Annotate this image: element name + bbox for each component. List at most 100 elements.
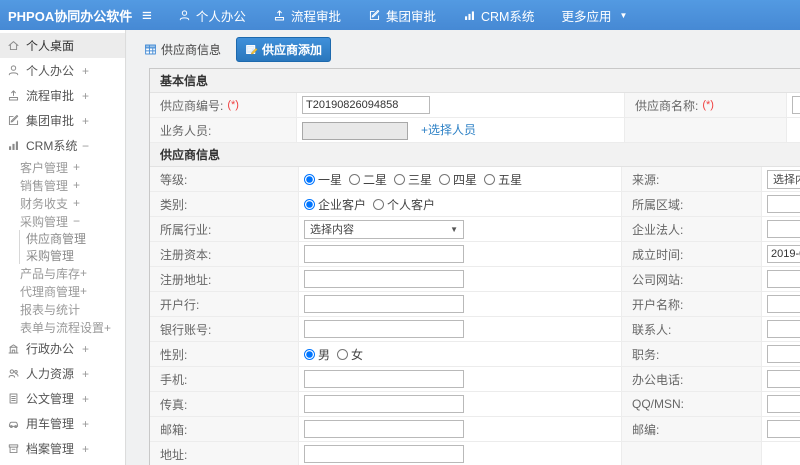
text-input[interactable] [304, 270, 464, 288]
radio-input[interactable] [439, 173, 451, 185]
text-input[interactable] [767, 345, 800, 363]
radio-label: 男 [318, 347, 331, 362]
field-input-cell [299, 417, 622, 441]
topbar-nav-item[interactable]: 更多应用 ▼ [561, 6, 627, 25]
text-input[interactable] [767, 270, 800, 288]
expand-toggle-icon: + [81, 391, 89, 406]
sidebar-item[interactable]: 代理商管理 + [0, 282, 125, 300]
field-label: 业务人员: [160, 123, 212, 138]
radio-option[interactable]: 三星 [394, 171, 432, 188]
text-input[interactable] [302, 96, 430, 114]
sidebar-item[interactable]: 行政办公 + [0, 336, 125, 361]
sidebar-item[interactable]: 表单与流程设置+ [0, 318, 125, 336]
sidebar-item[interactable]: CRM系统 − [0, 133, 125, 158]
expand-toggle-icon: + [80, 266, 88, 280]
radio-option[interactable]: 男 [304, 346, 330, 363]
sidebar-item[interactable]: 报表与统计 [0, 300, 125, 318]
field-label: 等级: [160, 172, 188, 187]
form-row: 手机: 办公电话: [150, 367, 800, 392]
field-input-cell [299, 367, 622, 391]
field-label-cell: 等级: [150, 167, 299, 191]
radio-input[interactable] [394, 173, 406, 185]
topbar-nav-item[interactable]: 集团审批 [368, 6, 436, 25]
radio-input[interactable] [304, 348, 315, 360]
sidebar-item-label: 集团审批 [26, 114, 75, 128]
sidebar-item[interactable]: 财务收支 + [0, 194, 125, 212]
radio-input[interactable] [304, 198, 315, 210]
text-input[interactable] [767, 370, 800, 388]
text-input[interactable] [767, 295, 800, 313]
radio-option[interactable]: 五星 [484, 171, 522, 188]
radio-input[interactable] [337, 348, 349, 360]
field-input-cell [762, 342, 800, 366]
field-input-cell: 企业客户 个人客户 [299, 192, 622, 216]
topbar-nav-item[interactable]: 个人办公 [178, 6, 246, 25]
sidebar-item[interactable]: 供应商管理 [20, 230, 125, 247]
sidebar-item[interactable]: 销售管理 + [0, 176, 125, 194]
text-input[interactable] [767, 245, 800, 263]
text-input[interactable] [767, 195, 800, 213]
radio-option[interactable]: 二星 [349, 171, 387, 188]
text-input[interactable] [767, 420, 800, 438]
text-input[interactable] [304, 420, 464, 438]
sidebar-item[interactable]: 个人桌面 [0, 33, 125, 58]
text-input[interactable] [304, 370, 464, 388]
field-label-cell: 职务: [622, 342, 762, 366]
text-input[interactable] [767, 395, 800, 413]
text-input[interactable] [304, 445, 464, 463]
hamburger-icon[interactable]: ≡ [142, 7, 152, 24]
radio-input[interactable] [484, 173, 496, 185]
field-input-cell [299, 392, 622, 416]
radio-option[interactable]: 四星 [439, 171, 477, 188]
sidebar-item-label: CRM系统 [26, 139, 78, 153]
sidebar-item[interactable]: 个人办公 + [0, 58, 125, 83]
field-label-cell: 手机: [150, 367, 299, 391]
select-dropdown[interactable]: 选择内容▼ [767, 169, 800, 189]
radio-input[interactable] [349, 173, 361, 185]
tab-item[interactable]: 供应商信息 [136, 38, 229, 61]
form-row: 性别: 男女职务: [150, 342, 800, 367]
radio-input[interactable] [373, 198, 385, 210]
sidebar-item[interactable]: 客户管理 + [0, 158, 125, 176]
sidebar-item[interactable]: 档案管理 + [0, 436, 125, 461]
sidebar-item[interactable]: 公文管理 + [0, 386, 125, 411]
text-input[interactable] [304, 395, 464, 413]
radio-option[interactable]: 一星 [304, 171, 342, 188]
picker-link[interactable]: +选择人员 [421, 123, 476, 137]
text-input[interactable] [304, 295, 464, 313]
expand-toggle-icon: + [81, 441, 89, 456]
radio-group: 男女 [304, 346, 370, 363]
topbar-nav-item[interactable]: 流程审批 [273, 6, 341, 25]
text-input[interactable] [792, 96, 800, 114]
field-label-cell: 地址: [150, 442, 299, 465]
field-label-cell: 来源: [622, 167, 762, 191]
text-input[interactable] [767, 320, 800, 338]
field-label: 供应商名称: [635, 98, 699, 113]
radio-option[interactable]: 企业客户 [304, 196, 366, 213]
home-icon [7, 39, 20, 52]
radio-option[interactable]: 女 [337, 346, 363, 363]
sidebar-item[interactable]: 采购管理 [20, 247, 125, 264]
radio-option[interactable]: 个人客户 [373, 196, 435, 213]
field-input-cell [787, 118, 800, 142]
sidebar-item[interactable]: 人力资源 + [0, 361, 125, 386]
field-input-cell [762, 317, 800, 341]
radio-input[interactable] [304, 173, 315, 185]
sidebar-item[interactable]: 产品与库存 + [0, 264, 125, 282]
sidebar-item[interactable]: 流程审批 + [0, 83, 125, 108]
text-input[interactable] [304, 245, 464, 263]
sidebar-item[interactable]: 采购管理 − [0, 212, 125, 230]
tab-active[interactable]: 供应商添加 [236, 36, 332, 62]
text-input[interactable] [767, 220, 800, 238]
field-label-cell: 开户名称: [622, 292, 762, 316]
select-dropdown[interactable]: 选择内容▼ [304, 219, 464, 239]
sidebar-item[interactable]: 用车管理 + [0, 411, 125, 436]
text-input[interactable] [304, 320, 464, 338]
text-input[interactable] [302, 121, 408, 140]
expand-toggle-icon: + [72, 160, 80, 174]
expand-toggle-icon: + [80, 284, 88, 298]
topbar-nav-item[interactable]: CRM系统 [463, 6, 534, 25]
form-row: 类别: 企业客户 个人客户 所属区域: [150, 192, 800, 217]
sidebar-item[interactable]: 集团审批 + [0, 108, 125, 133]
sidebar-item-label: 报表与统计 [20, 302, 81, 317]
